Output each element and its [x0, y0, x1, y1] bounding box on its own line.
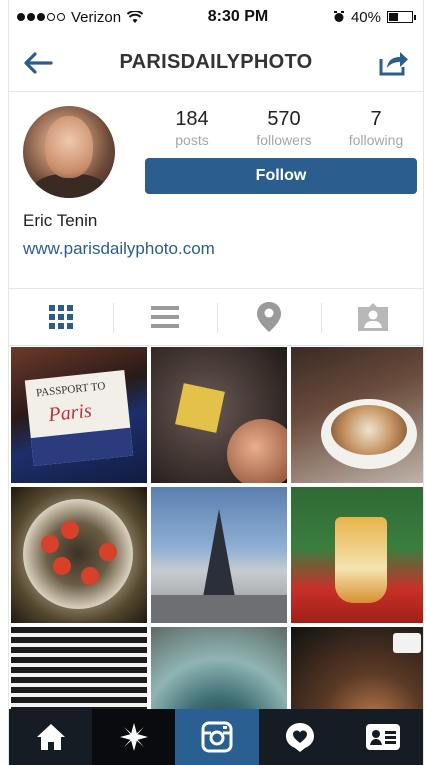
- status-left: Verizon: [17, 8, 144, 26]
- explore-icon: [119, 723, 148, 751]
- back-arrow-icon[interactable]: [21, 46, 55, 80]
- video-camera-icon: [393, 633, 421, 653]
- tab-activity[interactable]: [259, 709, 342, 765]
- profile-summary: 184 posts 570 followers 7 following Foll…: [9, 92, 423, 207]
- stat-value: 184: [175, 108, 209, 130]
- carrier-label: Verizon: [71, 8, 122, 26]
- tab-location-view[interactable]: [217, 289, 321, 345]
- photo-grid: PASSPORT TO Paris: [11, 347, 423, 763]
- stat-posts[interactable]: 184 posts: [151, 108, 233, 148]
- share-icon[interactable]: [377, 46, 411, 80]
- poster-text: PASSPORT TO: [35, 380, 106, 400]
- camera-icon: [201, 721, 233, 753]
- stat-label: following: [348, 132, 404, 148]
- stat-value: 570: [267, 108, 301, 130]
- alarm-icon: [333, 11, 344, 22]
- profile-stats: 184 posts 570 followers 7 following: [145, 106, 417, 148]
- activity-icon: [286, 723, 315, 752]
- bottom-tab-bar: [9, 709, 423, 765]
- profile-bio: Eric Tenin www.parisdailyphoto.com: [9, 207, 423, 259]
- profile-name: Eric Tenin: [23, 211, 98, 230]
- status-bar: Verizon 8:30 PM 40%: [9, 0, 423, 34]
- profile-card-icon: [366, 724, 401, 750]
- photo-tile[interactable]: [291, 487, 423, 623]
- signal-strength-icon: [17, 13, 65, 21]
- tagged-person-icon: [358, 303, 388, 331]
- page-title: PARISDAILYPHOTO: [119, 51, 313, 73]
- photo-tile[interactable]: [151, 487, 287, 623]
- status-right: 40%: [333, 8, 416, 26]
- home-icon: [36, 724, 65, 750]
- photo-tile[interactable]: [291, 347, 423, 483]
- tab-profile[interactable]: [342, 709, 423, 765]
- photo-tile[interactable]: [11, 487, 147, 623]
- battery-fill: [388, 13, 398, 21]
- battery-icon: [386, 11, 416, 23]
- stat-following[interactable]: 7 following: [335, 108, 417, 148]
- tab-explore[interactable]: [92, 709, 176, 765]
- stat-label: posts: [175, 132, 209, 148]
- app-screen: Verizon 8:30 PM 40% PARISDAILYPHOTO 184 …: [8, 0, 424, 765]
- grid-icon: [49, 305, 73, 329]
- battery-percent: 40%: [350, 8, 381, 26]
- tab-grid-view[interactable]: [9, 289, 113, 345]
- poster-image: PASSPORT TO Paris: [24, 370, 134, 466]
- status-time: 8:30 PM: [207, 8, 269, 25]
- wifi-icon: [127, 10, 144, 23]
- photo-tile[interactable]: PASSPORT TO Paris: [11, 347, 147, 483]
- stat-followers[interactable]: 570 followers: [243, 108, 325, 148]
- view-switcher: [9, 288, 423, 346]
- stat-label: followers: [256, 132, 312, 148]
- tab-tagged-view[interactable]: [321, 289, 423, 345]
- poster-text: Paris: [47, 399, 93, 427]
- photo-tile[interactable]: [151, 347, 287, 483]
- stat-value: 7: [370, 108, 382, 130]
- tab-home[interactable]: [9, 709, 92, 765]
- profile-header: PARISDAILYPHOTO: [9, 34, 423, 92]
- list-icon: [151, 306, 179, 328]
- avatar[interactable]: [23, 106, 115, 198]
- stats-area: 184 posts 570 followers 7 following Foll…: [145, 106, 417, 207]
- location-pin-icon: [257, 302, 281, 332]
- tab-list-view[interactable]: [113, 289, 217, 345]
- follow-button[interactable]: Follow: [145, 158, 417, 194]
- profile-website-link[interactable]: www.parisdailyphoto.com: [23, 239, 409, 259]
- tab-camera[interactable]: [175, 709, 259, 765]
